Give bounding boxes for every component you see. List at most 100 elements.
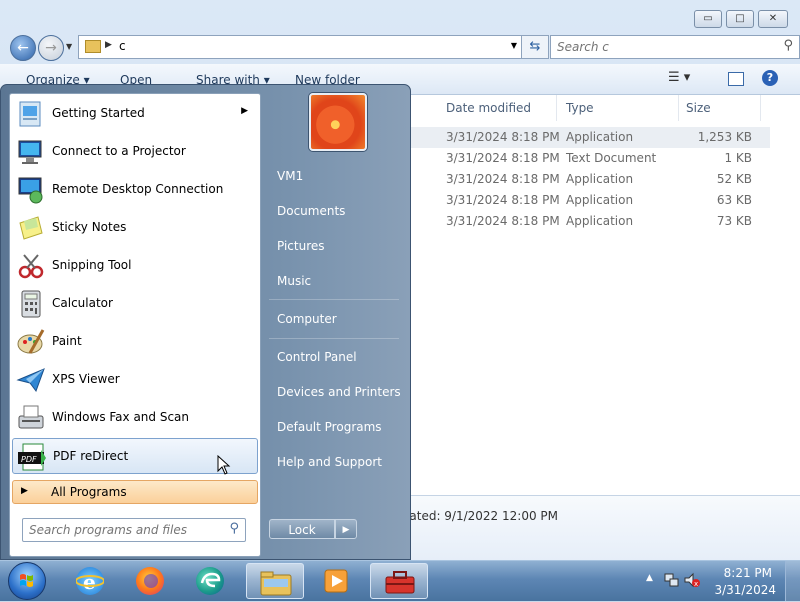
search-icon[interactable]: ⚲ xyxy=(783,38,793,53)
all-programs-arrow-icon: ▶ xyxy=(21,486,28,496)
maximize-button[interactable]: □ xyxy=(726,10,754,28)
change-view-icon[interactable]: ☰ ▾ xyxy=(668,70,690,85)
taskbar: e ▲ x 8:21 PM 3/31/2024 xyxy=(0,560,800,601)
taskbar-internet-explorer[interactable]: e xyxy=(64,563,116,599)
submenu-arrow-icon[interactable]: ▶ xyxy=(241,106,248,116)
file-type: Application xyxy=(566,214,634,228)
program-label: Sticky Notes xyxy=(52,220,127,234)
program-label: Connect to a Projector xyxy=(52,144,186,158)
projector-icon xyxy=(16,137,46,167)
address-dropdown-icon[interactable]: ▼ xyxy=(511,41,517,50)
file-list: Date modified Type Size 3/31/2024 8:18 P… xyxy=(390,95,800,495)
start-search-input[interactable] xyxy=(23,519,221,541)
clock-time[interactable]: 8:21 PM xyxy=(724,566,772,580)
program-paint[interactable]: Paint xyxy=(12,324,258,360)
search-box[interactable]: ⚲ xyxy=(550,35,800,59)
file-type: Application xyxy=(566,172,634,186)
file-type: Text Document xyxy=(566,151,657,165)
file-explorer-icon xyxy=(260,571,292,596)
user-picture[interactable] xyxy=(309,93,367,151)
column-size[interactable]: Size xyxy=(686,101,711,115)
file-date: 3/31/2024 8:18 PM xyxy=(446,193,560,207)
close-button[interactable]: ✕ xyxy=(758,10,788,28)
link-devices-printers[interactable]: Devices and Printers xyxy=(277,385,401,399)
taskbar-media-player[interactable] xyxy=(310,563,362,599)
taskbar-edge[interactable] xyxy=(184,563,236,599)
link-documents[interactable]: Documents xyxy=(277,204,345,218)
recent-pages-dropdown[interactable]: ▼ xyxy=(66,42,72,51)
svg-text:x: x xyxy=(694,580,698,588)
link-music[interactable]: Music xyxy=(277,274,311,288)
svg-text:PDF: PDF xyxy=(21,455,37,464)
program-label: XPS Viewer xyxy=(52,372,120,386)
preview-pane-icon[interactable] xyxy=(728,72,744,86)
link-default-programs[interactable]: Default Programs xyxy=(277,420,382,434)
network-icon[interactable] xyxy=(664,572,680,588)
lock-button[interactable]: Lock xyxy=(269,519,335,539)
taskbar-file-explorer[interactable] xyxy=(246,563,304,599)
date-created-label: eated: 9/1/2022 12:00 PM xyxy=(402,509,558,523)
program-fax-scan[interactable]: Windows Fax and Scan xyxy=(12,400,258,436)
link-computer[interactable]: Computer xyxy=(277,312,337,326)
separator xyxy=(269,338,399,339)
address-path[interactable]: c xyxy=(119,39,126,53)
program-connect-projector[interactable]: Connect to a Projector xyxy=(12,134,258,170)
xps-viewer-icon xyxy=(16,365,46,395)
program-calculator[interactable]: Calculator xyxy=(12,286,258,322)
all-programs-button[interactable]: ▶ All Programs xyxy=(12,480,258,504)
program-sticky-notes[interactable]: Sticky Notes xyxy=(12,210,258,246)
calculator-icon xyxy=(16,289,46,319)
program-xps-viewer[interactable]: XPS Viewer xyxy=(12,362,258,398)
link-pictures[interactable]: Pictures xyxy=(277,239,325,253)
sticky-notes-icon xyxy=(16,213,46,243)
file-size: 73 KB xyxy=(716,214,752,228)
program-label: Getting Started xyxy=(52,106,145,120)
program-snipping-tool[interactable]: Snipping Tool xyxy=(12,248,258,284)
link-help-support[interactable]: Help and Support xyxy=(277,455,382,469)
program-remote-desktop[interactable]: Remote Desktop Connection xyxy=(12,172,258,208)
shutdown-options-arrow-icon[interactable]: ▶ xyxy=(335,519,357,539)
program-label: Snipping Tool xyxy=(52,258,132,272)
file-size: 52 KB xyxy=(716,172,752,186)
back-button[interactable]: ← xyxy=(10,35,36,61)
file-row[interactable]: 3/31/2024 8:18 PM Application 1,253 KB xyxy=(390,127,770,148)
program-getting-started[interactable]: Getting Started ▶ xyxy=(12,96,258,132)
forward-button[interactable]: → xyxy=(38,35,64,61)
help-icon[interactable]: ? xyxy=(762,70,778,86)
firefox-icon xyxy=(136,567,164,595)
taskbar-toolbox-app[interactable] xyxy=(370,563,428,599)
search-input[interactable] xyxy=(551,36,759,58)
address-bar[interactable]: ▶ c ▼ xyxy=(78,35,522,59)
file-date: 3/31/2024 8:18 PM xyxy=(446,214,560,228)
link-control-panel[interactable]: Control Panel xyxy=(277,350,357,364)
show-hidden-icons-icon[interactable]: ▲ xyxy=(646,573,653,583)
refresh-button[interactable]: ⇆ xyxy=(521,35,549,59)
breadcrumb-chevron-icon[interactable]: ▶ xyxy=(105,40,112,50)
column-divider[interactable] xyxy=(556,95,557,121)
file-size: 1 KB xyxy=(724,151,752,165)
column-type[interactable]: Type xyxy=(566,101,594,115)
folder-icon xyxy=(85,40,101,53)
file-row[interactable]: 3/31/2024 8:18 PM Application 63 KB xyxy=(390,190,770,211)
file-row[interactable]: 3/31/2024 8:18 PM Application 52 KB xyxy=(390,169,770,190)
file-date: 3/31/2024 8:18 PM xyxy=(446,172,560,186)
separator xyxy=(269,299,399,300)
link-user-folder[interactable]: VM1 xyxy=(277,169,303,183)
taskbar-firefox[interactable] xyxy=(124,563,176,599)
show-desktop-button[interactable] xyxy=(785,561,800,601)
column-divider[interactable] xyxy=(678,95,679,121)
windows-logo-icon xyxy=(20,574,33,587)
internet-explorer-icon: e xyxy=(75,567,105,595)
start-button[interactable] xyxy=(8,562,46,600)
minimize-button[interactable]: ▭ xyxy=(694,10,722,28)
volume-muted-icon[interactable]: x xyxy=(684,572,700,588)
start-search-box[interactable]: ⚲ xyxy=(22,518,246,542)
file-row[interactable]: 3/31/2024 8:18 PM Application 73 KB xyxy=(390,211,770,232)
file-row[interactable]: 3/31/2024 8:18 PM Text Document 1 KB xyxy=(390,148,770,169)
clock-date[interactable]: 3/31/2024 xyxy=(714,583,776,597)
file-date: 3/31/2024 8:18 PM xyxy=(446,130,560,144)
column-divider[interactable] xyxy=(760,95,761,121)
search-icon[interactable]: ⚲ xyxy=(229,521,239,536)
column-date-modified[interactable]: Date modified xyxy=(446,101,531,115)
window-controls: ▭ □ ✕ xyxy=(694,10,788,28)
